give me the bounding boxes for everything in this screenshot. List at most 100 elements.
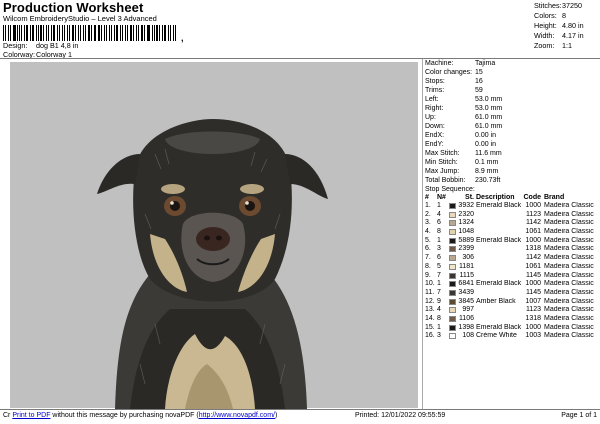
stop-row: 4. 8 1048 1061Madeira Classic 40 [425, 228, 597, 237]
thread-code: 1000 [525, 202, 541, 209]
barcode-bar [88, 25, 90, 41]
footer-middle-text: without this message by purchasing novaP… [50, 412, 199, 419]
page-number: Page 1 of 1 [561, 412, 597, 419]
barcode-bar [13, 25, 16, 41]
barcode-bar [175, 25, 177, 41]
thread-description: Crème White [476, 332, 517, 340]
embroidery-dog-image [97, 119, 328, 409]
barcode-mark: , [181, 33, 184, 43]
thread-description: Emerald Black [476, 280, 522, 288]
stat-value: 8 [562, 11, 566, 20]
thread-description [476, 211, 522, 220]
thread-code: 1000 [525, 323, 541, 331]
thread-code: 1318 [525, 245, 541, 253]
barcode-bar [69, 25, 70, 41]
machine-details: Machine: Tajima Color changes: 15 Stops: 16 Tr… [425, 59, 597, 194]
thread-description [476, 254, 522, 263]
thread-code: 1318 [525, 314, 541, 322]
detail-row: EndX: 0.00 in [425, 131, 597, 140]
barcode-bar [75, 25, 76, 41]
stop-number: 9. [425, 271, 431, 279]
stop-number: 7. [425, 254, 431, 262]
detail-label: Max Stitch: [425, 150, 460, 157]
design-row: Design: dog B1 4,8 in [3, 41, 78, 50]
col-needle: N# [437, 194, 446, 201]
stitch-count: 1048 [458, 228, 474, 236]
software-subtitle: Wilcom EmbroideryStudio – Level 3 Advanc… [3, 14, 157, 23]
barcode-bar [21, 25, 22, 41]
barcode-bar [122, 25, 123, 41]
stitch-count: 5889 [458, 236, 474, 244]
color-swatch [449, 263, 456, 270]
thread-description: Emerald Black [476, 202, 522, 209]
detail-value: 16 [475, 78, 483, 85]
stop-number: 13. [425, 306, 435, 314]
detail-label: Stop Sequence: [425, 186, 475, 193]
barcode-bar [16, 25, 18, 41]
needle-number: 7 [437, 288, 441, 296]
barcode-bar [56, 25, 59, 41]
color-swatch [449, 237, 456, 244]
thread-code: 1007 [525, 297, 541, 305]
barcode-bar [114, 25, 116, 41]
detail-label: Stops: [425, 78, 445, 85]
barcode-bar [104, 25, 106, 41]
thread-brand: Madeira Classic 40 [544, 297, 596, 305]
barcode-bar [26, 25, 28, 41]
stop-number: 14. [425, 314, 435, 322]
color-swatch [449, 229, 456, 236]
novapdf-link[interactable]: http://www.novapdf.com/ [199, 412, 275, 419]
detail-row: Stop Sequence: [425, 185, 597, 194]
stat-label: Width: [534, 31, 555, 40]
thread-brand: Madeira Classic 40 [544, 323, 596, 331]
stop-row: 8. 5 1181 1061Madeira Classic 40 [425, 263, 597, 272]
barcode-bar [62, 25, 63, 41]
detail-label: Down: [425, 123, 445, 130]
detail-value: 230.73ft [475, 177, 501, 184]
detail-value: Tajima [475, 60, 496, 67]
printed-timestamp: Printed: 12/01/2022 09:55:59 [355, 412, 446, 419]
barcode-bar [52, 25, 55, 41]
barcode-bar [77, 25, 80, 41]
needle-number: 6 [437, 219, 441, 227]
stitch-count: 1181 [458, 262, 474, 270]
stat-label: Colors: [534, 11, 557, 20]
thread-code: 1145 [525, 288, 541, 296]
barcode-bar [136, 25, 137, 41]
barcode-bar [63, 25, 66, 41]
thread-description [476, 272, 522, 281]
barcode-bar [5, 25, 7, 41]
detail-label: Left: [425, 96, 439, 103]
needle-number: 1 [437, 236, 441, 244]
barcode-bar [101, 25, 102, 41]
design-label: Design: [3, 41, 28, 50]
thread-code: 1142 [525, 219, 541, 227]
needle-number: 9 [437, 297, 441, 305]
color-swatch [449, 324, 456, 331]
stitch-count: 2399 [458, 245, 474, 253]
thread-brand: Madeira Classic 40 [544, 332, 596, 340]
stitch-count: 6841 [458, 280, 474, 288]
design-stats: Stitches: 37250 Colors: 8 Height: 4.80 in W… [534, 1, 594, 51]
barcode-bar [151, 25, 153, 41]
col-brand: Brand [544, 194, 565, 201]
barcode [3, 25, 178, 41]
detail-row: Left: 53.0 mm [425, 95, 597, 104]
thread-code: 1061 [525, 228, 541, 236]
stat-label: Height: [534, 21, 557, 30]
detail-value: 11.6 mm [475, 150, 502, 157]
stitch-count: 1398 [458, 323, 474, 331]
thread-brand: Madeira Classic 40 [544, 202, 596, 209]
thread-description [476, 263, 522, 272]
stat-row: Width: 4.17 in [534, 31, 594, 41]
thread-brand: Madeira Classic 40 [544, 245, 596, 253]
color-swatch [449, 289, 456, 296]
bottom-divider [0, 409, 600, 410]
barcode-bar [23, 25, 26, 41]
needle-number: 1 [437, 202, 441, 209]
stop-number: 12. [425, 297, 435, 305]
stitch-count: 306 [462, 254, 474, 262]
print-to-pdf-link[interactable]: Print to PDF [12, 412, 50, 419]
barcode-bar [48, 25, 49, 41]
detail-value: 8.9 mm [475, 168, 499, 175]
